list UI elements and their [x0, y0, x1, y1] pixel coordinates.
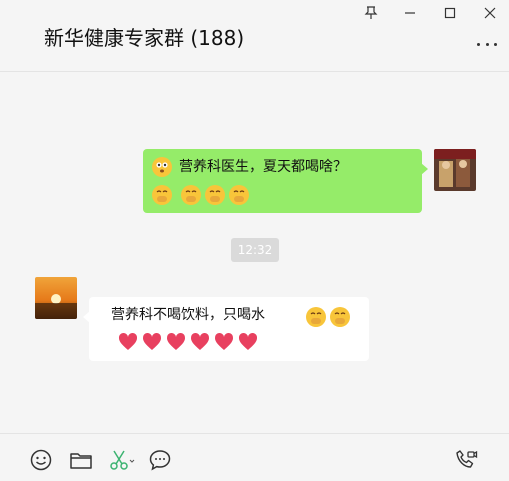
heart-icon — [238, 332, 258, 350]
sender-avatar[interactable] — [35, 277, 77, 319]
folder-icon[interactable] — [69, 448, 93, 472]
hand-over-mouth-icon — [229, 185, 249, 205]
heart-icon — [118, 332, 138, 350]
pin-icon[interactable] — [362, 4, 380, 22]
maximize-icon[interactable] — [441, 4, 459, 22]
video-call-icon[interactable] — [454, 448, 478, 472]
chat-header: 新华健康专家群 (188) — [0, 0, 509, 72]
heart-icon — [142, 332, 162, 350]
hand-over-mouth-icon — [306, 307, 326, 327]
message-bubble-outgoing[interactable]: 营养科医生，夏天都喝啥？ — [143, 149, 428, 213]
close-icon[interactable] — [481, 4, 499, 22]
message-bubble-incoming[interactable]: 营养科不喝饮料，只喝水 — [83, 297, 369, 361]
emoji-icon[interactable] — [29, 448, 53, 472]
heart-icon — [190, 332, 210, 350]
minimize-icon[interactable] — [401, 4, 419, 22]
chat-title: 新华健康专家群 (188) — [44, 26, 245, 50]
scissors-icon[interactable] — [108, 448, 136, 472]
message-timestamp: 12:32 — [231, 238, 279, 262]
message-text-incoming: 营养科不喝饮料，只喝水 — [111, 307, 265, 323]
message-text-outgoing: 营养科医生，夏天都喝啥？ — [179, 159, 347, 175]
self-avatar[interactable] — [434, 149, 476, 191]
heart-icon — [166, 332, 186, 350]
hand-over-mouth-icon — [152, 185, 172, 205]
hand-over-mouth-icon — [205, 185, 225, 205]
thinking-face-icon — [152, 157, 172, 177]
heart-icon — [214, 332, 234, 350]
chat-area: 营养科医生，夏天都喝啥？ 12:32 营养科不喝饮料，只喝水 — [0, 73, 509, 433]
chat-bubble-icon[interactable] — [148, 448, 172, 472]
more-icon[interactable] — [477, 40, 497, 48]
input-toolbar — [0, 433, 509, 481]
hand-over-mouth-icon — [181, 185, 201, 205]
hand-over-mouth-icon — [330, 307, 350, 327]
